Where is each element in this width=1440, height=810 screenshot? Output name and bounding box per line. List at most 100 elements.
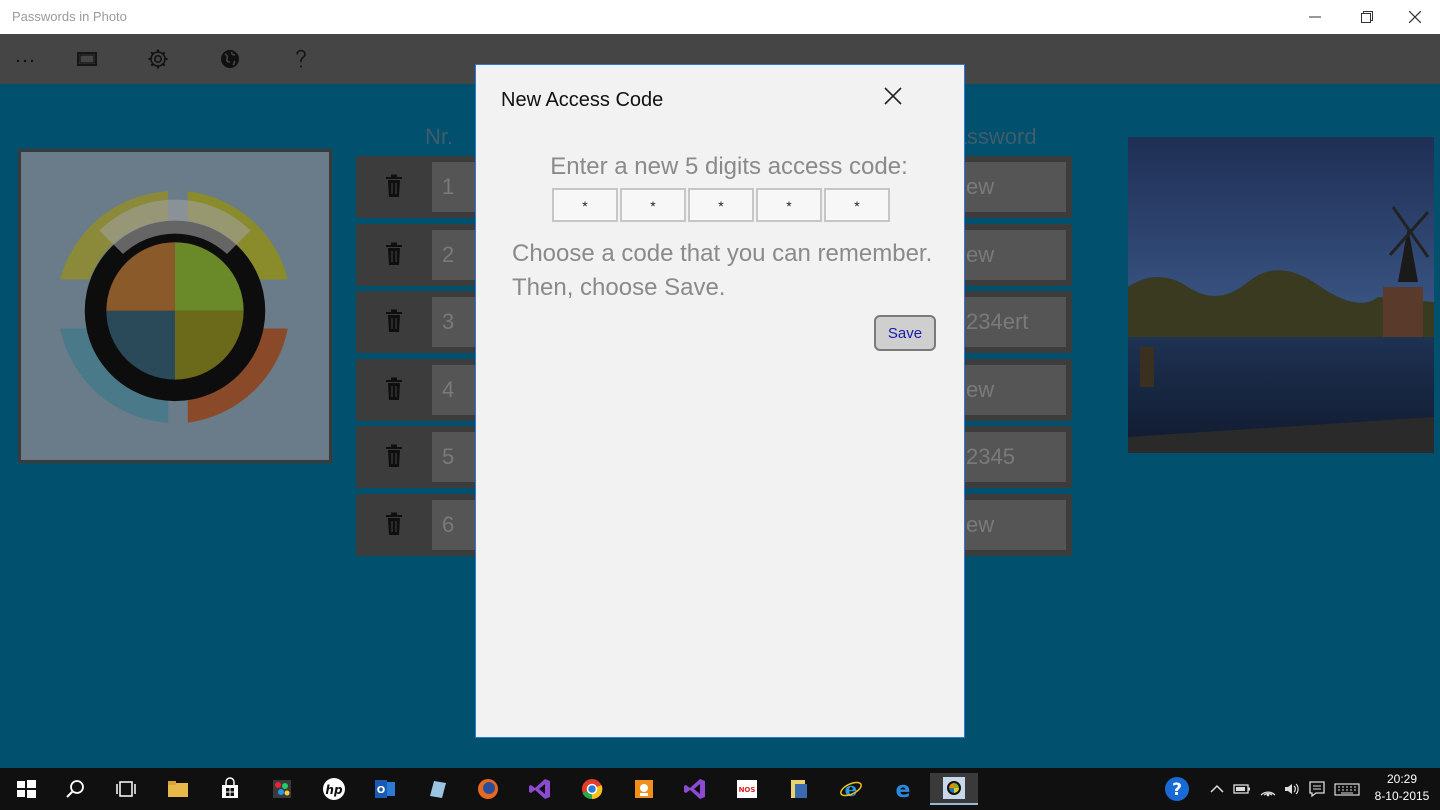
taskbar-app-passwords-in-photo[interactable] xyxy=(930,773,978,805)
keyboard-tray-button[interactable] xyxy=(1334,779,1360,799)
minimize-button[interactable] xyxy=(1292,0,1338,34)
digit-input-2[interactable]: * xyxy=(620,188,686,222)
taskbar-app-nos[interactable]: NOS xyxy=(730,773,764,805)
passwords-in-photo-icon xyxy=(943,777,965,799)
app-logo xyxy=(18,149,332,463)
notes-icon xyxy=(430,781,446,798)
language-button[interactable] xyxy=(213,44,247,74)
volume-tray-button[interactable] xyxy=(1282,779,1302,799)
taskbar-app-notes[interactable] xyxy=(420,773,454,805)
wifi-icon xyxy=(1260,791,1276,797)
taskbar-app-file-explorer[interactable] xyxy=(161,773,195,805)
password-field[interactable]: 234ert xyxy=(962,297,1066,347)
restore-button[interactable] xyxy=(1344,0,1390,34)
nos-icon: NOS xyxy=(737,780,757,798)
photo-button[interactable] xyxy=(70,44,104,74)
search-icon xyxy=(66,780,84,798)
windows-logo-icon xyxy=(17,780,36,798)
column-header-nr: Nr. xyxy=(425,124,454,149)
taskbar-app-edge[interactable]: e xyxy=(886,773,920,805)
password-field[interactable]: ew xyxy=(962,500,1066,550)
clock-time: 20:29 xyxy=(1386,772,1418,786)
delete-button[interactable] xyxy=(384,377,404,401)
window-title: Passwords in Photo xyxy=(12,9,127,24)
taskbar-clock[interactable]: 20:29 8-10-2015 xyxy=(1366,771,1438,805)
digit-input-4[interactable]: * xyxy=(756,188,822,222)
save-button[interactable]: Save xyxy=(874,315,936,351)
battery-tray-button[interactable] xyxy=(1232,779,1252,799)
taskbar-app-chrome[interactable] xyxy=(575,773,609,805)
taskbar-app-paint[interactable] xyxy=(265,773,299,805)
trash-icon xyxy=(386,309,402,332)
password-field[interactable]: ew xyxy=(962,365,1066,415)
help-circle-icon: ? xyxy=(1165,777,1189,801)
task-view-button[interactable] xyxy=(109,773,143,805)
taskbar-app-visual-studio[interactable] xyxy=(523,773,557,805)
taskbar: hp O NOS e e ? 20:29 8-10-2015 xyxy=(0,768,1440,810)
photo-stack-icon xyxy=(77,52,97,66)
minimize-icon xyxy=(1309,16,1321,18)
keyboard-icon xyxy=(1334,783,1360,796)
globe-icon xyxy=(221,50,239,68)
hp-logo-icon: hp xyxy=(323,778,345,800)
battery-icon xyxy=(1233,784,1250,794)
help-button[interactable] xyxy=(284,44,318,74)
dialog-close-button[interactable] xyxy=(880,83,906,109)
dialog-title: New Access Code xyxy=(501,89,664,111)
taskbar-app-internet-explorer[interactable]: e xyxy=(834,773,868,805)
visual-studio-icon xyxy=(684,779,705,799)
landscape-photo xyxy=(1128,137,1434,453)
action-center-button[interactable] xyxy=(1307,779,1327,799)
paint-icon xyxy=(273,780,291,798)
delete-button[interactable] xyxy=(384,309,404,333)
password-field[interactable]: 2345 xyxy=(962,432,1066,482)
chevron-up-icon xyxy=(1210,784,1224,793)
logo-image xyxy=(21,152,329,460)
taskbar-app-orange[interactable] xyxy=(627,773,661,805)
trash-icon xyxy=(386,444,402,467)
wifi-tray-button[interactable] xyxy=(1258,779,1278,799)
visual-studio-icon xyxy=(529,779,550,799)
settings-button[interactable] xyxy=(141,44,175,74)
trash-icon xyxy=(386,242,402,265)
taskbar-app-hp[interactable]: hp xyxy=(317,773,351,805)
edge-icon: e xyxy=(896,778,911,802)
digit-input-3[interactable]: * xyxy=(688,188,754,222)
firefox-icon xyxy=(478,779,498,799)
svg-text:NOS: NOS xyxy=(739,786,756,794)
digit-input-5[interactable]: * xyxy=(824,188,890,222)
trash-icon xyxy=(386,174,402,197)
delete-button[interactable] xyxy=(384,444,404,468)
delete-button[interactable] xyxy=(384,512,404,536)
svg-text:O: O xyxy=(377,785,386,796)
start-button[interactable] xyxy=(9,773,43,805)
svg-text:?: ? xyxy=(1172,780,1182,800)
svg-text:e: e xyxy=(845,777,858,801)
password-field[interactable]: ew xyxy=(962,230,1066,280)
trash-icon xyxy=(386,512,402,535)
close-icon xyxy=(884,87,902,105)
taskbar-app-documents[interactable] xyxy=(782,773,816,805)
delete-button[interactable] xyxy=(384,242,404,266)
close-window-button[interactable] xyxy=(1392,0,1438,34)
notification-icon xyxy=(1309,781,1325,798)
new-access-code-dialog: New Access Code Enter a new 5 digits acc… xyxy=(475,64,965,738)
restore-icon xyxy=(1361,11,1373,23)
digit-input-1[interactable]: * xyxy=(552,188,618,222)
taskbar-app-outlook[interactable]: O xyxy=(368,773,402,805)
title-bar: Passwords in Photo xyxy=(0,0,1440,34)
show-hidden-icons-button[interactable] xyxy=(1207,779,1227,799)
store-icon xyxy=(222,777,238,798)
taskbar-app-firefox[interactable] xyxy=(471,773,505,805)
trash-icon xyxy=(386,377,402,400)
more-button[interactable] xyxy=(8,44,42,74)
close-icon xyxy=(1409,11,1421,23)
search-button[interactable] xyxy=(58,773,92,805)
password-field[interactable]: ew xyxy=(962,162,1066,212)
taskbar-app-visual-studio-2[interactable] xyxy=(678,773,712,805)
taskbar-app-store[interactable] xyxy=(213,773,247,805)
delete-button[interactable] xyxy=(384,174,404,198)
clock-date: 8-10-2015 xyxy=(1374,789,1430,803)
help-tray-button[interactable]: ? xyxy=(1160,773,1194,805)
access-code-inputs: * * * * * xyxy=(552,188,890,222)
